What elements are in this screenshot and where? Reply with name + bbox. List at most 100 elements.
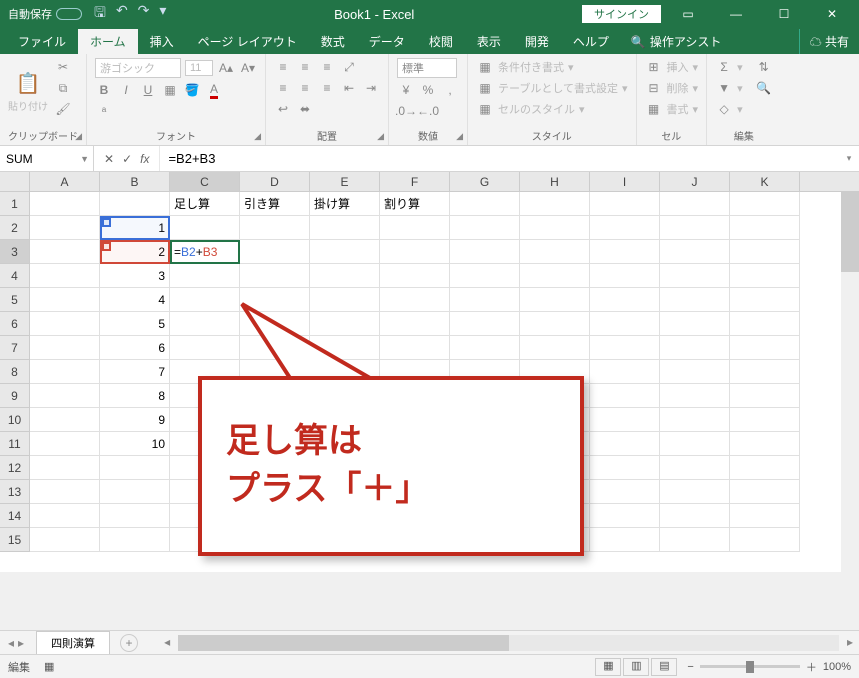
indent-dec-icon[interactable]: ⇤: [340, 79, 358, 97]
name-box-dropdown-icon[interactable]: ▼: [80, 154, 89, 164]
align-bottom-icon[interactable]: ≡: [318, 58, 336, 76]
sheet-tab[interactable]: 四則演算: [36, 631, 110, 654]
clear-icon[interactable]: ◇: [715, 100, 733, 118]
copy-icon[interactable]: ⧉: [54, 79, 72, 97]
cell-G3[interactable]: [450, 240, 520, 264]
cell-H1[interactable]: [520, 192, 590, 216]
ruby-icon[interactable]: ᵃ: [95, 102, 113, 120]
tab-insert[interactable]: 挿入: [138, 29, 186, 54]
share-button[interactable]: ☁ 共有: [799, 29, 859, 54]
increase-font-icon[interactable]: A▴: [217, 59, 235, 77]
cell-I1[interactable]: [590, 192, 660, 216]
col-G[interactable]: G: [450, 172, 520, 191]
formula-input[interactable]: =B2+B3: [160, 146, 839, 171]
vscroll-thumb[interactable]: [841, 192, 859, 272]
align-left-icon[interactable]: ≡: [274, 79, 292, 97]
cell-K3[interactable]: [730, 240, 800, 264]
cell-G4[interactable]: [450, 264, 520, 288]
tab-help[interactable]: ヘルプ: [561, 29, 621, 54]
vertical-scrollbar[interactable]: [841, 192, 859, 572]
cell-H2[interactable]: [520, 216, 590, 240]
cell-I11[interactable]: [590, 432, 660, 456]
zoom-level[interactable]: 100%: [823, 661, 851, 673]
cell-K7[interactable]: [730, 336, 800, 360]
sheet-nav-first-icon[interactable]: ◂: [8, 636, 14, 650]
cell-B9[interactable]: 8: [100, 384, 170, 408]
cell-K13[interactable]: [730, 480, 800, 504]
align-middle-icon[interactable]: ≡: [296, 58, 314, 76]
underline-icon[interactable]: U: [139, 81, 157, 99]
cell-C2[interactable]: [170, 216, 240, 240]
cell-A10[interactable]: [30, 408, 100, 432]
number-launcher-icon[interactable]: ◢: [456, 131, 463, 142]
cell-K15[interactable]: [730, 528, 800, 552]
cell-K6[interactable]: [730, 312, 800, 336]
cell-B5[interactable]: 4: [100, 288, 170, 312]
fill-color-icon[interactable]: 🪣: [183, 81, 201, 99]
cell-J10[interactable]: [660, 408, 730, 432]
tab-formulas[interactable]: 数式: [309, 29, 357, 54]
row-9[interactable]: 9: [0, 384, 30, 408]
decrease-font-icon[interactable]: A▾: [239, 59, 257, 77]
cell-D3[interactable]: [240, 240, 310, 264]
find-select-icon[interactable]: 🔍: [755, 79, 773, 97]
paste-button[interactable]: 📋 貼り付け: [8, 58, 48, 126]
row-5[interactable]: 5: [0, 288, 30, 312]
hscroll-right-icon[interactable]: ▸: [847, 635, 853, 649]
redo-icon[interactable]: ↷: [138, 2, 150, 26]
cell-J15[interactable]: [660, 528, 730, 552]
view-pagelayout-icon[interactable]: ▥: [623, 658, 649, 676]
cell-B10[interactable]: 9: [100, 408, 170, 432]
cell-B14[interactable]: [100, 504, 170, 528]
cell-A2[interactable]: [30, 216, 100, 240]
cell-K8[interactable]: [730, 360, 800, 384]
cell-G7[interactable]: [450, 336, 520, 360]
col-C[interactable]: C: [170, 172, 240, 191]
cell-F4[interactable]: [380, 264, 450, 288]
qat-more-icon[interactable]: ▾: [159, 2, 166, 26]
number-format-dropdown[interactable]: 標準: [397, 58, 457, 78]
hscroll-thumb[interactable]: [178, 635, 508, 651]
cell-I13[interactable]: [590, 480, 660, 504]
tab-data[interactable]: データ: [357, 29, 417, 54]
row-15[interactable]: 15: [0, 528, 30, 552]
cell-A14[interactable]: [30, 504, 100, 528]
cell-A8[interactable]: [30, 360, 100, 384]
cell-H5[interactable]: [520, 288, 590, 312]
cell-K11[interactable]: [730, 432, 800, 456]
cell-A11[interactable]: [30, 432, 100, 456]
cell-E4[interactable]: [310, 264, 380, 288]
fx-icon[interactable]: fx: [140, 152, 149, 166]
cell-I10[interactable]: [590, 408, 660, 432]
cell-A7[interactable]: [30, 336, 100, 360]
view-pagebreak-icon[interactable]: ▤: [651, 658, 677, 676]
cell-A3[interactable]: [30, 240, 100, 264]
tab-developer[interactable]: 開発: [513, 29, 561, 54]
cell-A9[interactable]: [30, 384, 100, 408]
row-6[interactable]: 6: [0, 312, 30, 336]
cell-C3[interactable]: =B2+B3: [170, 240, 240, 264]
cell-A13[interactable]: [30, 480, 100, 504]
cell-E1[interactable]: 掛け算: [310, 192, 380, 216]
cell-I2[interactable]: [590, 216, 660, 240]
percent-icon[interactable]: %: [419, 81, 437, 99]
col-F[interactable]: F: [380, 172, 450, 191]
cell-H4[interactable]: [520, 264, 590, 288]
zoom-slider[interactable]: [700, 665, 800, 668]
zoom-slider-thumb[interactable]: [746, 661, 754, 673]
cell-E2[interactable]: [310, 216, 380, 240]
save-icon[interactable]: 🖫: [94, 2, 106, 26]
cell-I8[interactable]: [590, 360, 660, 384]
cell-B13[interactable]: [100, 480, 170, 504]
cell-D4[interactable]: [240, 264, 310, 288]
cell-B7[interactable]: 6: [100, 336, 170, 360]
cell-D1[interactable]: 引き算: [240, 192, 310, 216]
sheet-nav-last-icon[interactable]: ▸: [18, 636, 24, 650]
new-sheet-icon[interactable]: +: [120, 634, 138, 652]
row-8[interactable]: 8: [0, 360, 30, 384]
orientation-icon[interactable]: ⤢: [340, 58, 358, 76]
cell-G1[interactable]: [450, 192, 520, 216]
tab-review[interactable]: 校閲: [417, 29, 465, 54]
cell-G6[interactable]: [450, 312, 520, 336]
cell-A1[interactable]: [30, 192, 100, 216]
